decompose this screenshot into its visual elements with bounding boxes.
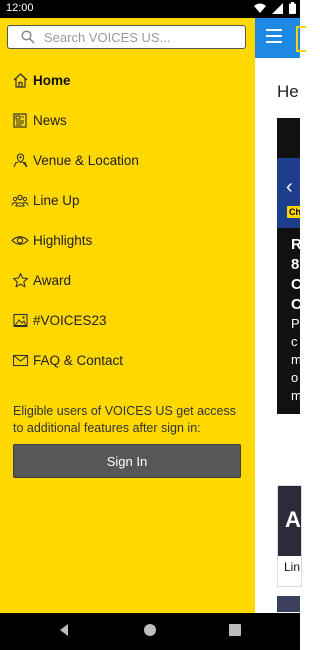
menu-item-label: Award: [33, 272, 72, 288]
menu-item-label: Venue & Location: [33, 152, 139, 168]
hamburger-menu-icon[interactable]: [266, 29, 282, 43]
sign-in-button[interactable]: Sign In: [13, 444, 241, 478]
wifi-icon: [254, 3, 266, 13]
hero-body-line: o: [291, 370, 299, 385]
recents-icon[interactable]: [229, 624, 241, 636]
menu-item-highlights[interactable]: Highlights: [0, 220, 255, 260]
status-time: 12:00: [6, 2, 34, 14]
battery-icon: [289, 2, 296, 14]
news-card[interactable]: [277, 596, 300, 612]
menu-item-label: News: [33, 112, 67, 128]
hero-card[interactable]: ‹ Ch R 8 C C P c m o m: [277, 118, 300, 414]
menu-item-lineup[interactable]: Line Up: [0, 180, 255, 220]
home-icon: [10, 70, 30, 90]
menu-item-faq-contact[interactable]: FAQ & Contact: [0, 340, 255, 380]
app-logo: [296, 26, 306, 52]
hero-tag: Ch: [287, 206, 300, 218]
app-bar: [255, 18, 300, 58]
status-bar: 12:00: [0, 0, 300, 18]
search-box[interactable]: [7, 25, 246, 49]
status-icons: [254, 2, 296, 14]
drawer-menu: Home News Venue & Location Line Up Highl…: [0, 60, 255, 380]
mail-icon: [10, 350, 30, 370]
news-card-caption: Lin: [284, 560, 301, 574]
hero-title-line: 8: [291, 256, 300, 273]
menu-item-label: Home: [33, 72, 71, 88]
back-icon[interactable]: [58, 623, 70, 637]
hero-title-line: C: [291, 296, 300, 313]
star-icon: [10, 270, 30, 290]
hero-title-line: C: [291, 276, 300, 293]
hero-body-line: m: [291, 352, 300, 367]
news-card-image: A: [278, 486, 301, 556]
hero-body-line: m: [291, 388, 300, 403]
page-heading: He: [277, 82, 299, 101]
eye-icon: [10, 230, 30, 250]
signal-icon: [272, 2, 283, 14]
people-icon: [10, 190, 30, 210]
carousel-prev-icon[interactable]: ‹: [286, 176, 293, 199]
news-icon: [10, 110, 30, 130]
home-button-icon[interactable]: [143, 623, 157, 637]
menu-item-award[interactable]: Award: [0, 260, 255, 300]
menu-item-label: Highlights: [33, 232, 93, 248]
menu-item-label: Line Up: [33, 192, 80, 208]
menu-item-label: FAQ & Contact: [33, 352, 124, 368]
menu-item-home[interactable]: Home: [0, 60, 255, 100]
navigation-drawer: Home News Venue & Location Line Up Highl…: [0, 18, 255, 613]
menu-item-voices23[interactable]: #VOICES23: [0, 300, 255, 340]
system-navigation-bar: [0, 613, 300, 650]
location-map-icon: [10, 150, 30, 170]
menu-item-label: #VOICES23: [33, 312, 107, 328]
menu-item-venue[interactable]: Venue & Location: [0, 140, 255, 180]
hero-title-line: R: [291, 236, 300, 253]
search-input[interactable]: [44, 29, 234, 45]
hero-body-line: P: [291, 316, 300, 331]
hero-body-line: c: [291, 334, 298, 349]
news-card[interactable]: A Lin: [277, 485, 302, 587]
search-icon: [21, 30, 35, 44]
image-icon: [10, 310, 30, 330]
menu-item-news[interactable]: News: [0, 100, 255, 140]
sign-in-info-text: Eligible users of VOICES US get access t…: [13, 404, 237, 435]
